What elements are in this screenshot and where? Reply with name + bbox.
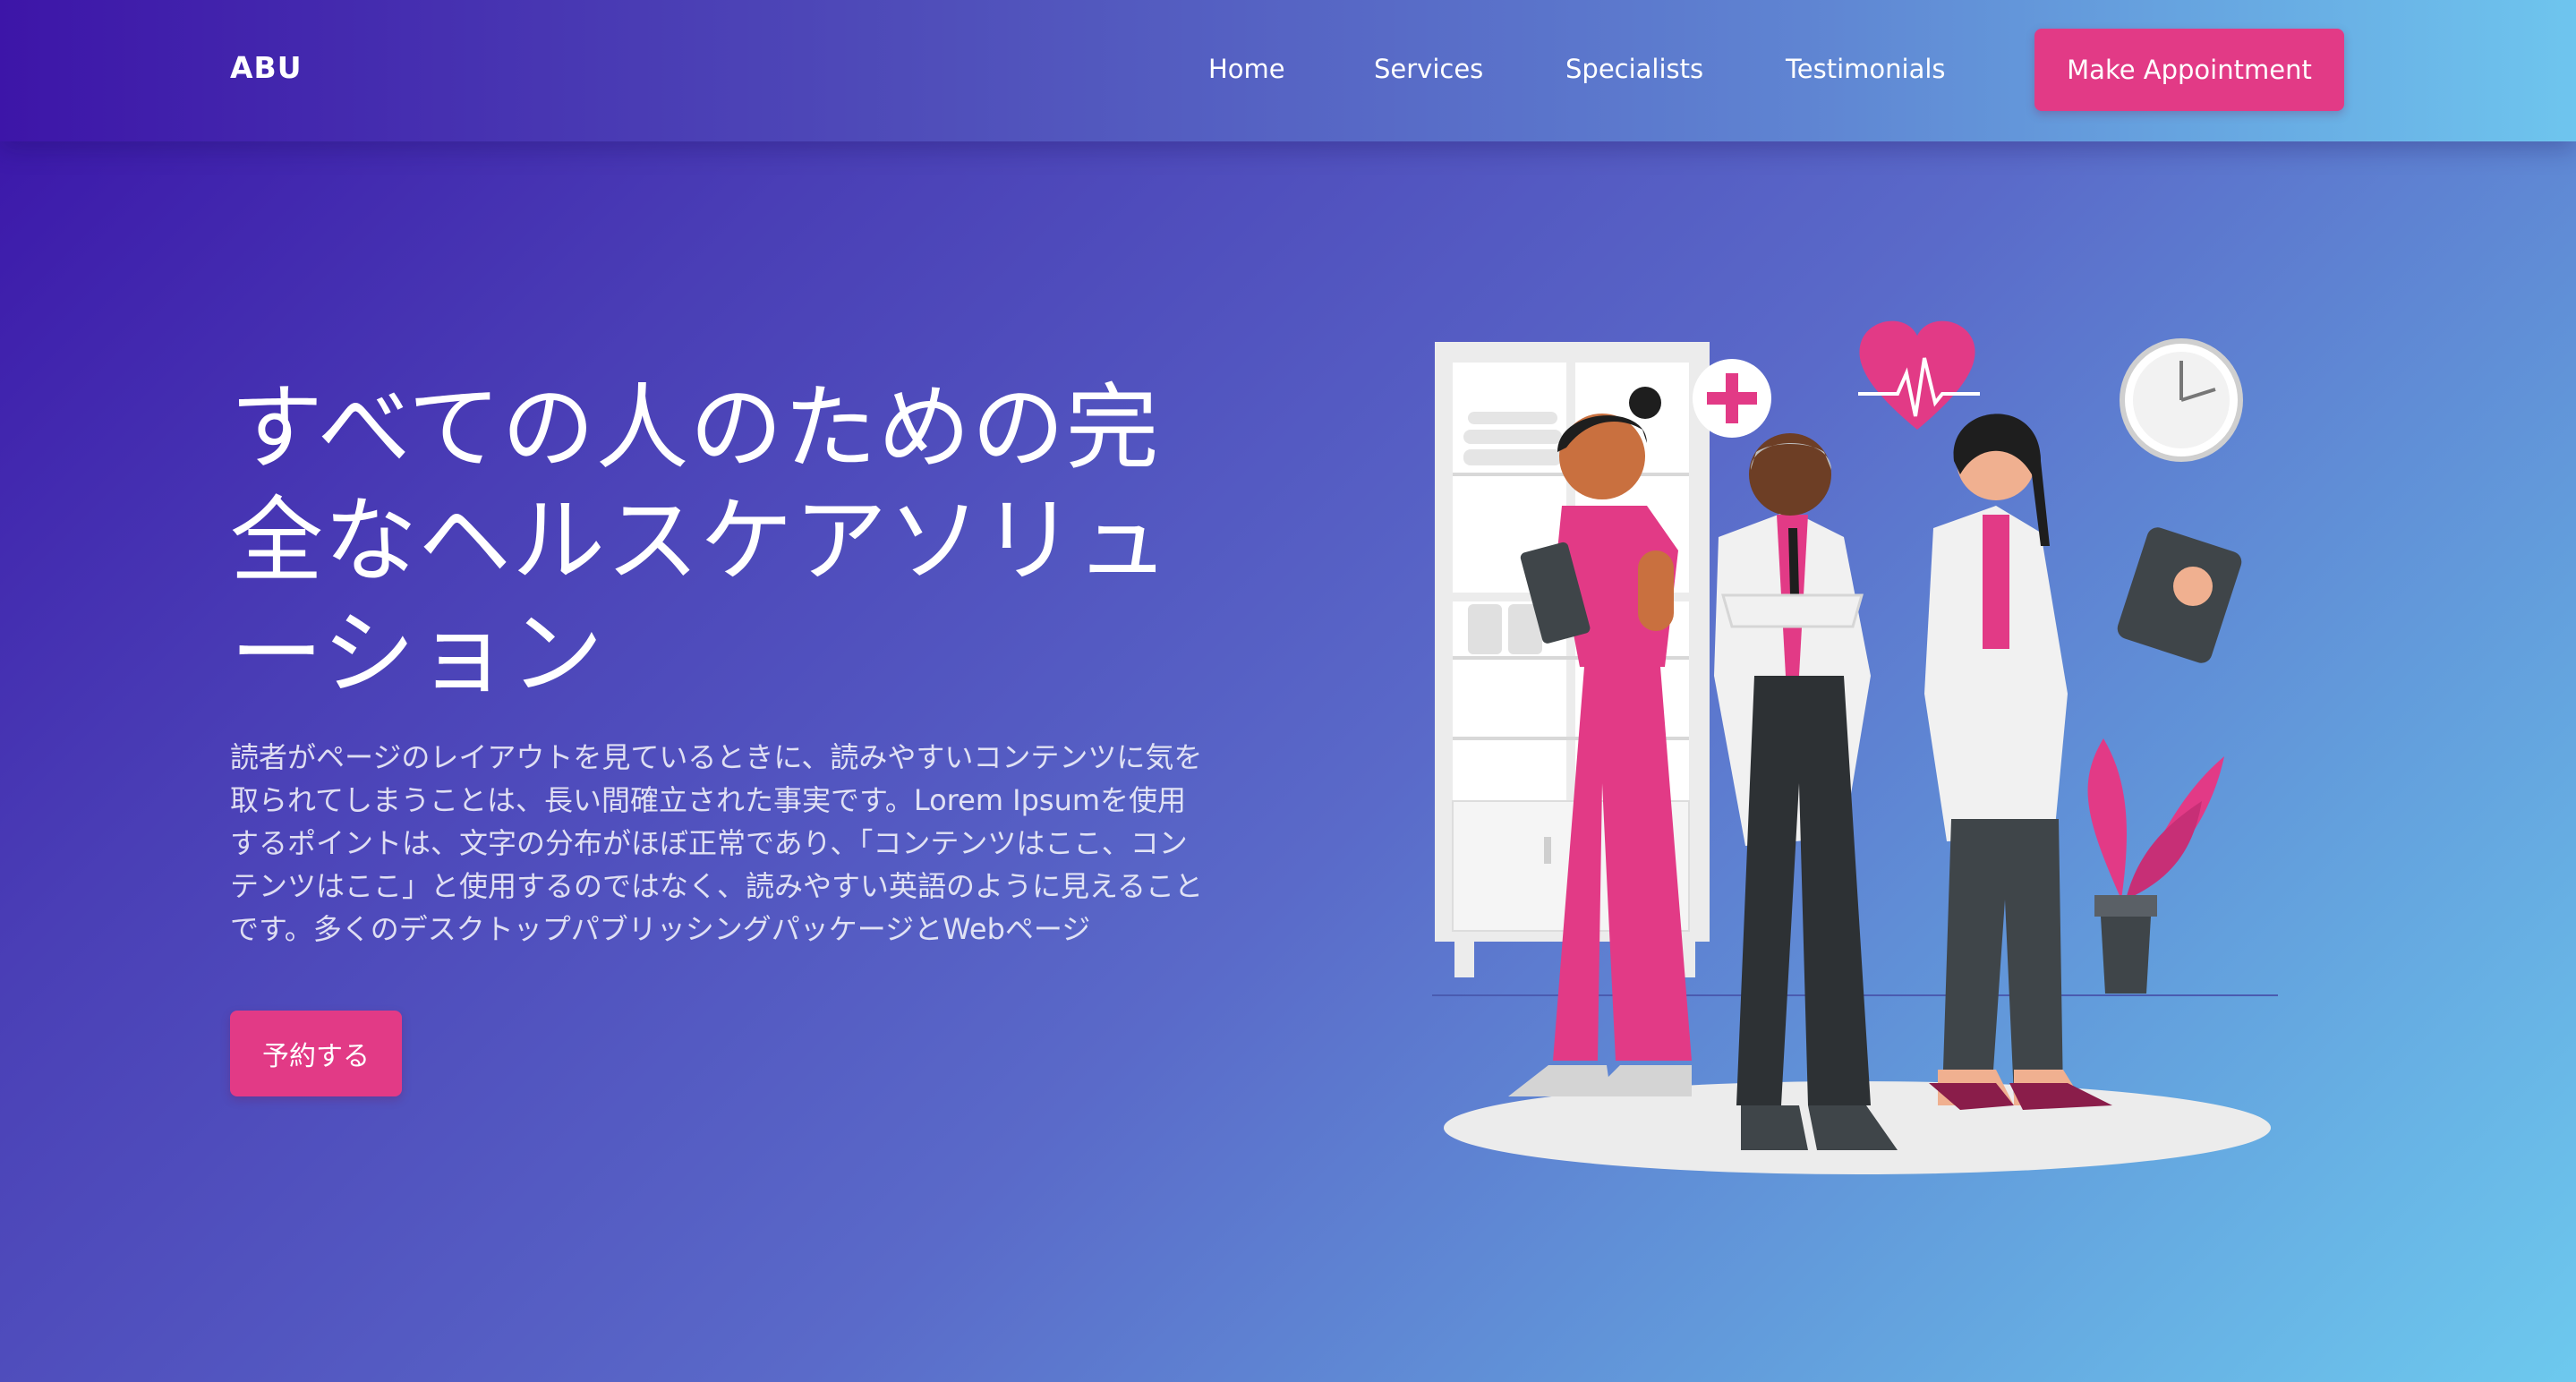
plant	[2087, 738, 2224, 994]
clock-icon	[2120, 338, 2243, 462]
heartbeat-icon	[1858, 320, 1980, 430]
nav-link-specialists[interactable]: Specialists	[1565, 54, 1703, 84]
hero-title: すべての人のための完全なヘルスケアソリューション	[230, 373, 1171, 708]
reserve-button[interactable]: 予約する	[230, 1011, 402, 1096]
make-appointment-button[interactable]: Make Appointment	[2034, 29, 2344, 111]
hero-description: 読者がページのレイアウトを見ているときに、読みやすいコンテンツに気を取られてしま…	[230, 740, 1204, 946]
logo[interactable]: ABU	[230, 50, 303, 85]
medical-cross-icon	[1693, 359, 1771, 438]
navbar: ABU Home Services Specialists Testimonia…	[0, 0, 2576, 141]
nav-link-home[interactable]: Home	[1208, 54, 1285, 84]
nav-link-testimonials[interactable]: Testimonials	[1786, 54, 1946, 84]
nav-link-services[interactable]: Services	[1374, 54, 1483, 84]
female-doctor-figure	[1924, 414, 2242, 1110]
doctor-figure	[1714, 433, 1898, 1150]
healthcare-team-illustration	[1432, 320, 2278, 1174]
